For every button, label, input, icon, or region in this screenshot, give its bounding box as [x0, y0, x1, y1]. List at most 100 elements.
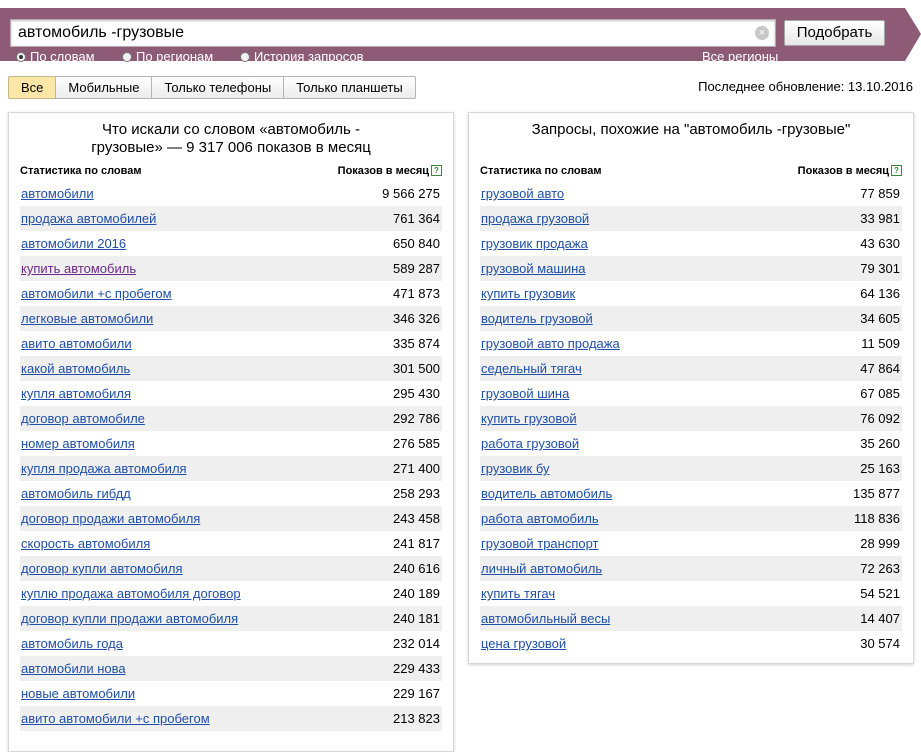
- help-icon[interactable]: ?: [891, 165, 902, 176]
- impressions-count: 79 301: [860, 261, 900, 276]
- keyword-link[interactable]: купля продажа автомобиля: [21, 461, 187, 476]
- impressions-count: 67 085: [860, 386, 900, 401]
- keyword-link[interactable]: автомобиль гибдд: [21, 486, 131, 501]
- radio-by-words[interactable]: По словам: [16, 49, 95, 64]
- keyword-link[interactable]: цена грузовой: [481, 636, 566, 651]
- table-row: грузовой транспорт 28 999: [480, 531, 902, 556]
- keyword-link[interactable]: купить автомобиль: [21, 261, 136, 276]
- keyword-link[interactable]: грузовой авто: [481, 186, 564, 201]
- keyword-link[interactable]: работа автомобиль: [481, 511, 599, 526]
- keyword-link[interactable]: куплю продажа автомобиля договор: [21, 586, 241, 601]
- radio-unchecked-icon[interactable]: [122, 52, 132, 62]
- keyword-link[interactable]: авито автомобили: [21, 336, 132, 351]
- impressions-count: 240 181: [393, 611, 440, 626]
- keyword-link[interactable]: договор продажи автомобиля: [21, 511, 200, 526]
- radio-unchecked-icon[interactable]: [240, 52, 250, 62]
- impressions-count: 34 605: [860, 311, 900, 326]
- table-row: новые автомобили 229 167: [20, 681, 442, 706]
- keyword-link[interactable]: продажа грузовой: [481, 211, 589, 226]
- submit-button[interactable]: Подобрать: [784, 20, 885, 46]
- keyword-link[interactable]: купить грузовой: [481, 411, 577, 426]
- search-input[interactable]: [11, 20, 753, 46]
- keyword-link[interactable]: автомобили нова: [21, 661, 126, 676]
- keyword-link[interactable]: работа грузовой: [481, 436, 579, 451]
- impressions-count: 241 817: [393, 536, 440, 551]
- table-row: автомобильный весы 14 407: [480, 606, 902, 631]
- clear-icon[interactable]: ×: [755, 26, 769, 40]
- tab-tablets[interactable]: Только планшеты: [284, 76, 416, 99]
- impressions-count: 135 877: [853, 486, 900, 501]
- keyword-link[interactable]: скорость автомобиля: [21, 536, 150, 551]
- keyword-link[interactable]: договор купли продажи автомобиля: [21, 611, 238, 626]
- impressions-count: 271 400: [393, 461, 440, 476]
- keyword-link[interactable]: водитель автомобиль: [481, 486, 612, 501]
- impressions-count: 47 864: [860, 361, 900, 376]
- all-regions-link[interactable]: Все регионы: [702, 49, 778, 64]
- column-count-header: Показов в месяц?: [338, 165, 442, 177]
- keyword-link[interactable]: купля автомобиля: [21, 386, 131, 401]
- column-keyword-header: Статистика по словам: [20, 165, 142, 177]
- tab-phones[interactable]: Только телефоны: [152, 76, 285, 99]
- keyword-link[interactable]: купить тягач: [481, 586, 555, 601]
- radio-by-regions[interactable]: По регионам: [122, 49, 213, 64]
- keyword-link[interactable]: грузовой шина: [481, 386, 569, 401]
- keyword-link[interactable]: грузовой авто продажа: [481, 336, 620, 351]
- search-box[interactable]: ×: [10, 19, 776, 47]
- impressions-count: 213 823: [393, 711, 440, 726]
- impressions-count: 118 836: [853, 511, 900, 526]
- column-count-label: Показов в месяц: [337, 165, 429, 177]
- impressions-count: 9 566 275: [382, 186, 440, 201]
- keyword-link[interactable]: какой автомобиль: [21, 361, 130, 376]
- keyword-link[interactable]: купить грузовик: [481, 286, 575, 301]
- impressions-count: 650 840: [393, 236, 440, 251]
- keyword-link[interactable]: автомобиль года: [21, 636, 123, 651]
- impressions-count: 64 136: [860, 286, 900, 301]
- radio-checked-icon[interactable]: [16, 52, 26, 62]
- impressions-count: 30 574: [860, 636, 900, 651]
- similar-queries-panel: Запросы, похожие на "автомобиль -грузовы…: [468, 112, 914, 664]
- keyword-link[interactable]: продажа автомобилей: [21, 211, 156, 226]
- table-row: водитель автомобиль 135 877: [480, 481, 902, 506]
- keyword-link[interactable]: новые автомобили: [21, 686, 135, 701]
- keyword-link[interactable]: автомобили: [21, 186, 94, 201]
- table-row: автомобили 9 566 275: [20, 181, 442, 206]
- keyword-link[interactable]: личный автомобиль: [481, 561, 602, 576]
- column-header: Статистика по словам Показов в месяц?: [20, 165, 442, 179]
- keyword-link[interactable]: договор купли автомобиля: [21, 561, 183, 576]
- keyword-link[interactable]: договор автомобиле: [21, 411, 145, 426]
- table-row: автомобиль года 232 014: [20, 631, 442, 656]
- keyword-link[interactable]: грузовик продажа: [481, 236, 588, 251]
- radio-history[interactable]: История запросов: [240, 49, 364, 64]
- keyword-link[interactable]: автомобили 2016: [21, 236, 126, 251]
- impressions-count: 240 189: [393, 586, 440, 601]
- impressions-count: 43 630: [860, 236, 900, 251]
- keyword-link[interactable]: легковые автомобили: [21, 311, 153, 326]
- keyword-link[interactable]: водитель грузовой: [481, 311, 593, 326]
- table-row: личный автомобиль 72 263: [480, 556, 902, 581]
- table-row: грузовой авто продажа 11 509: [480, 331, 902, 356]
- help-icon[interactable]: ?: [431, 165, 442, 176]
- impressions-count: 471 873: [393, 286, 440, 301]
- table-row: седельный тягач 47 864: [480, 356, 902, 381]
- radio-label: По словам: [30, 49, 95, 64]
- keyword-link[interactable]: грузовой транспорт: [481, 536, 599, 551]
- last-update-text: Последнее обновление: 13.10.2016: [698, 79, 913, 94]
- table-row: легковые автомобили 346 326: [20, 306, 442, 331]
- tab-all[interactable]: Все: [8, 76, 57, 99]
- table-row: авито автомобили 335 874: [20, 331, 442, 356]
- tab-mobile[interactable]: Мобильные: [56, 76, 153, 99]
- keyword-link[interactable]: седельный тягач: [481, 361, 582, 376]
- keyword-link[interactable]: авито автомобили +с пробегом: [21, 711, 210, 726]
- column-keyword-header: Статистика по словам: [480, 165, 602, 177]
- table-row: куплю продажа автомобиля договор 240 189: [20, 581, 442, 606]
- table-row: какой автомобиль 301 500: [20, 356, 442, 381]
- keyword-link[interactable]: автомобильный весы: [481, 611, 610, 626]
- keyword-link[interactable]: номер автомобиля: [21, 436, 135, 451]
- table-row: купить грузовик 64 136: [480, 281, 902, 306]
- keyword-link[interactable]: грузовой машина: [481, 261, 586, 276]
- panel-title: Запросы, похожие на "автомобиль -грузовы…: [531, 121, 851, 138]
- search-bar: × Подобрать По словам По регионам Истори…: [0, 8, 921, 64]
- keyword-link[interactable]: грузовик бу: [481, 461, 550, 476]
- keyword-link[interactable]: автомобили +с пробегом: [21, 286, 172, 301]
- table-row: купить грузовой 76 092: [480, 406, 902, 431]
